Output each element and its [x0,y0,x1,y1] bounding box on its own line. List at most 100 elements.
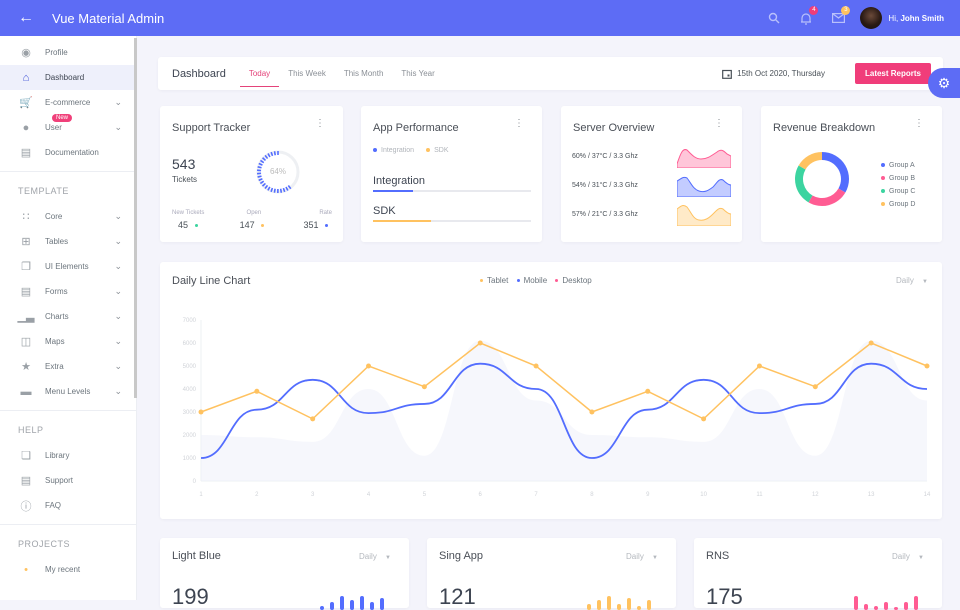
dot-icon [881,202,885,206]
sidebar-item-ui-elements[interactable]: ❐UI Elements⌄ [0,254,136,279]
tab-this-year[interactable]: This Year [392,57,443,90]
tablet-point[interactable] [813,384,818,389]
sidebar-item-profile[interactable]: ◉Profile [0,40,136,65]
tablet-point[interactable] [869,341,874,346]
more-vert-icon[interactable]: ⋮ [914,122,924,126]
settings-gear-button[interactable]: ⚙ [928,68,960,98]
chevron-down-icon: ⌄ [114,261,122,272]
sidebar-item-menu-levels[interactable]: ▬Menu Levels⌄ [0,379,136,404]
sidebar-item-core[interactable]: ∷Core⌄ [0,204,136,229]
stat-value: 351 [303,220,332,230]
tab-today[interactable]: Today [240,57,279,90]
tablet-point[interactable] [478,341,483,346]
sidebar-item-dashboard[interactable]: ⌂Dashboard [0,65,136,90]
more-vert-icon[interactable]: ⋮ [315,122,325,126]
x-tick-label: 7 [534,492,538,498]
legend-label: Group D [889,201,915,208]
home-icon: ⌂ [17,72,35,84]
x-tick-label: 2 [255,492,259,498]
tablet-point[interactable] [757,364,762,369]
big-number: 199 [172,584,209,610]
x-tick-label: 6 [479,492,483,498]
donut-slice-group-b[interactable] [809,189,846,207]
sidebar-item-maps[interactable]: ◫Maps⌄ [0,329,136,354]
chevron-down-icon: ⌄ [114,97,122,108]
user-name: John Smith [900,14,944,23]
tablet-point[interactable] [534,364,539,369]
tablet-point[interactable] [589,410,594,415]
mini-bar-chart [854,590,926,610]
tablet-point[interactable] [422,384,427,389]
period-select[interactable]: Daily ▼ [626,552,658,561]
sidebar-item-faq[interactable]: ⓘFAQ [0,493,136,518]
tablet-point[interactable] [366,364,371,369]
sidebar-item-label: Extra [45,362,64,371]
avatar[interactable] [860,7,882,29]
donut-slice-group-d[interactable] [799,152,822,170]
messages-button[interactable]: 3 [822,0,854,36]
sidebar-item-my-recent[interactable]: •My recent [0,557,136,582]
chevron-down-icon: ⌄ [114,386,122,397]
greeting-text: Hi, [888,14,898,23]
dot-icon [373,148,377,152]
sdk-label: SDK [373,205,396,217]
tab-this-month[interactable]: This Month [335,57,393,90]
x-tick-label: 5 [423,492,427,498]
more-vert-icon[interactable]: ⋮ [714,122,724,126]
ring-tick [275,151,276,155]
sidebar-item-label: Support [45,476,73,485]
sidebar-item-forms[interactable]: ▤Forms⌄ [0,279,136,304]
sidebar-item-documentation[interactable]: ▤Documentation [0,140,136,165]
chevron-down-icon: ⌄ [114,211,122,222]
dot-icon [325,224,328,227]
bar-chart-icon: ▁▃ [17,310,35,323]
period-label: Daily [892,552,910,561]
sidebar-item-user[interactable]: ●UserNew⌄ [0,115,136,140]
search-icon[interactable] [758,0,790,36]
period-select[interactable]: Daily ▼ [359,552,391,561]
more-vert-icon[interactable]: ⋮ [514,122,524,126]
dot-icon [261,224,264,227]
sidebar-scrollbar[interactable] [134,38,137,398]
legend-item: Group A [881,159,915,172]
section-header-template: TEMPLATE [0,178,136,204]
sidebar: ◉Profile ⌂Dashboard 🛒E-commerce⌄ ●UserNe… [0,36,137,600]
legend-item: Group C [881,185,915,198]
big-number: 121 [439,584,476,610]
sidebar-item-ecommerce[interactable]: 🛒E-commerce⌄ [0,90,136,115]
donut-slice-group-c[interactable] [795,166,813,203]
sidebar-item-charts[interactable]: ▁▃Charts⌄ [0,304,136,329]
server-sparkline-1 [677,146,731,168]
sidebar-item-support[interactable]: ▤Support [0,468,136,493]
sidebar-item-extra[interactable]: ★Extra⌄ [0,354,136,379]
tablet-point[interactable] [199,410,204,415]
sidebar-item-label: Tables [45,237,68,246]
x-tick-label: 4 [367,492,371,498]
stat-number: 45 [178,220,188,230]
stat-open: Open147 [240,210,269,230]
donut-slice-group-a[interactable] [822,152,849,193]
dashboard-header: Dashboard Today This Week This Month Thi… [158,57,943,90]
tablet-point[interactable] [254,389,259,394]
tablet-point[interactable] [701,416,706,421]
progress-fill [373,190,413,192]
mini-bar [587,604,591,610]
layers-icon: ❐ [17,260,35,273]
sidebar-item-library[interactable]: ❏Library [0,443,136,468]
period-select[interactable]: Daily ▼ [892,552,924,561]
user-greeting[interactable]: Hi, John Smith [888,14,944,23]
revenue-breakdown-card: Revenue Breakdown ⋮ Group A Group B Grou… [761,106,942,242]
legend-item: Group B [881,172,915,185]
sidebar-item-label: FAQ [45,501,61,510]
legend-label: Group B [889,175,915,182]
sidebar-item-tables[interactable]: ⊞Tables⌄ [0,229,136,254]
tablet-point[interactable] [925,364,930,369]
tablet-point[interactable] [310,416,315,421]
latest-reports-button[interactable]: Latest Reports [855,63,931,84]
notifications-button[interactable]: 4 [790,0,822,36]
arrow-left-icon[interactable]: ← [0,9,52,27]
tab-this-week[interactable]: This Week [279,57,335,90]
tablet-point[interactable] [645,389,650,394]
card-title: Support Tracker [172,122,250,134]
server-sparkline-3 [677,204,731,226]
